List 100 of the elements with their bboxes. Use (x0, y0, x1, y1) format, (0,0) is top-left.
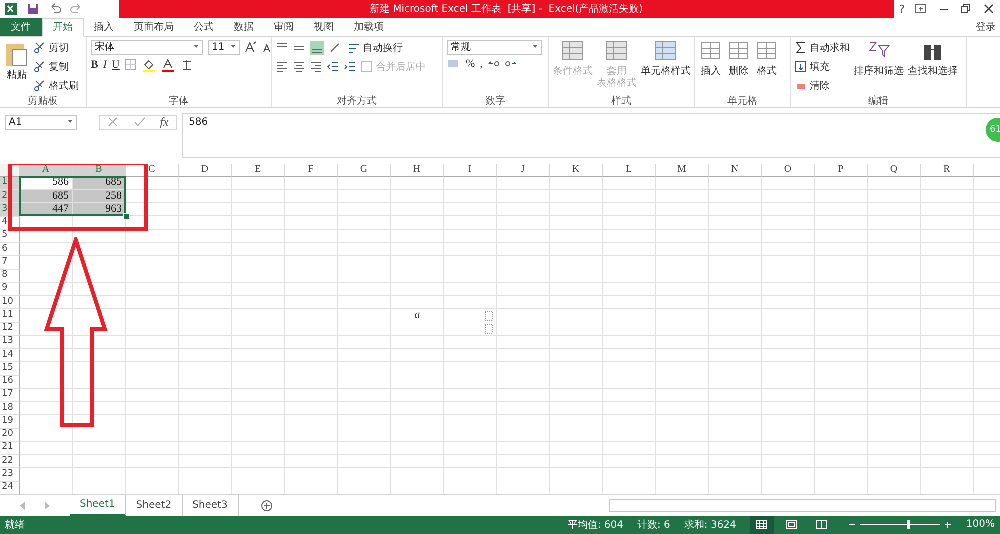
paste-button[interactable]: 粘贴 (4, 40, 30, 94)
view-button[interactable] (750, 516, 774, 534)
row-header[interactable]: 21 (0, 442, 20, 456)
column-header[interactable]: D (179, 164, 232, 177)
wrap-text-icon (348, 42, 360, 54)
align-left-icon[interactable] (276, 60, 288, 73)
column-header[interactable]: O (762, 164, 815, 177)
ribbon-tab[interactable]: 视图 (304, 18, 344, 36)
row-header[interactable]: 15 (0, 362, 20, 376)
excel-logo-icon[interactable] (4, 2, 18, 16)
dropdown-caret-icon (231, 45, 236, 50)
ribbon-tab[interactable]: 页面布局 (124, 18, 184, 36)
number-style-button[interactable]: % (466, 58, 476, 70)
row-header[interactable]: 18 (0, 402, 20, 416)
sum-value: 求和: 3624 (684, 518, 736, 532)
column-header[interactable]: G (338, 164, 391, 177)
column-header[interactable]: I (444, 164, 497, 177)
row-header[interactable]: 6 (0, 243, 20, 256)
zoom-level[interactable]: 100% (966, 519, 995, 530)
bottom-align-icon[interactable] (310, 40, 324, 55)
dropdown-caret-icon (68, 120, 73, 124)
zoom-slider-thumb[interactable] (907, 520, 910, 530)
cells-button[interactable]: 删除 (727, 40, 751, 94)
ribbon-display-icon[interactable] (915, 3, 928, 15)
ribbon-tab[interactable]: 加载项 (344, 18, 394, 36)
styles-button[interactable]: 单元格样式 (641, 40, 691, 94)
group-label: 编辑 (868, 94, 890, 107)
format-button[interactable]: B (91, 58, 98, 71)
editing-button[interactable]: 自动求和 (795, 40, 850, 56)
column-header[interactable]: E (232, 164, 285, 177)
row-header[interactable]: 9 (0, 282, 20, 296)
number-format-field[interactable]: 常规 (447, 40, 542, 55)
ribbon-tab[interactable]: 数据 (224, 18, 264, 36)
column-header[interactable]: L (603, 164, 656, 177)
row-header[interactable]: 10 (0, 296, 20, 310)
horizontal-scrollbar[interactable] (609, 499, 996, 512)
column-header[interactable]: H (391, 164, 444, 177)
align-center-icon[interactable] (293, 60, 305, 73)
column-header[interactable]: R (921, 164, 974, 177)
font-name-field[interactable]: 宋体 (91, 40, 203, 55)
ribbon-tab[interactable]: 插入 (84, 18, 124, 36)
row-header[interactable]: 17 (0, 388, 20, 402)
shrink-font-icon[interactable] (262, 41, 271, 54)
cells-button[interactable]: 格式 (755, 40, 779, 94)
column-header[interactable]: F (285, 164, 338, 177)
column-header[interactable]: A (20, 164, 73, 177)
decrease-indent-icon[interactable] (327, 60, 339, 73)
row-header[interactable]: 24 (0, 482, 20, 494)
sign-in-link[interactable]: 登录 (976, 20, 1000, 34)
row-header[interactable]: 13 (0, 336, 20, 350)
row-header[interactable]: 20 (0, 428, 20, 442)
font-size-field[interactable]: 11 (208, 40, 240, 55)
cells-button[interactable]: 插入 (699, 40, 723, 94)
wrap-text-button[interactable]: 自动换行 (348, 40, 403, 56)
row-header[interactable]: 12 (0, 322, 20, 336)
ribbon-tab[interactable]: 公式 (184, 18, 224, 36)
file-tab[interactable]: 文件 (0, 18, 42, 36)
ribbon-tab[interactable]: 开始 (42, 18, 84, 37)
column-header[interactable]: C (126, 164, 179, 177)
row-header[interactable]: 14 (0, 349, 20, 362)
ribbon-tab[interactable]: 审阅 (264, 18, 304, 36)
restore-icon[interactable] (960, 3, 972, 15)
column-header[interactable]: N (709, 164, 762, 177)
zoom-in-icon[interactable] (944, 520, 952, 529)
row-header[interactable]: 7 (0, 256, 20, 270)
grow-font-icon[interactable] (245, 41, 257, 54)
format-button[interactable]: I (103, 58, 108, 71)
insert-function-button[interactable]: fx (160, 114, 169, 130)
increase-indent-icon[interactable] (344, 60, 356, 73)
column-header[interactable]: J (497, 164, 550, 177)
clipboard-button[interactable]: 复制 (34, 58, 79, 75)
number-style-button[interactable]: , (480, 58, 483, 70)
add-sheet-icon[interactable] (260, 500, 273, 512)
align-right-icon[interactable] (310, 60, 322, 73)
row-header[interactable]: 23 (0, 468, 20, 482)
column-header[interactable]: Q (868, 164, 921, 177)
close-icon[interactable] (982, 3, 995, 15)
row-header[interactable]: 8 (0, 270, 20, 283)
sheet-tab[interactable]: Sheet1 (70, 495, 126, 516)
name-box[interactable]: A1 (5, 114, 77, 130)
format-button[interactable]: U (112, 58, 120, 71)
row-header[interactable]: 16 (0, 376, 20, 389)
row-header[interactable]: 11 (0, 309, 20, 323)
check-icon[interactable] (134, 116, 146, 128)
column-header[interactable]: M (656, 164, 709, 177)
editing-button[interactable]: 清除 (795, 78, 850, 94)
row-header[interactable]: 22 (0, 455, 20, 468)
save-icon[interactable] (26, 2, 40, 16)
help-button[interactable]: ? (899, 2, 906, 16)
editing-button[interactable]: 填充 (795, 58, 850, 75)
editing-button[interactable]: 查找和选择 (908, 40, 958, 94)
font-color-icon[interactable] (160, 58, 175, 72)
clipboard-button[interactable]: 剪切 (34, 40, 79, 56)
editing-button[interactable]: 排序和筛选 (854, 40, 904, 94)
clipboard-button[interactable]: 格式刷 (34, 78, 79, 94)
row-header[interactable]: 19 (0, 415, 20, 429)
column-header[interactable]: B (73, 164, 126, 177)
column-header[interactable]: K (550, 164, 603, 177)
fill-color-icon[interactable] (142, 58, 156, 72)
column-header[interactable]: P (815, 164, 868, 177)
